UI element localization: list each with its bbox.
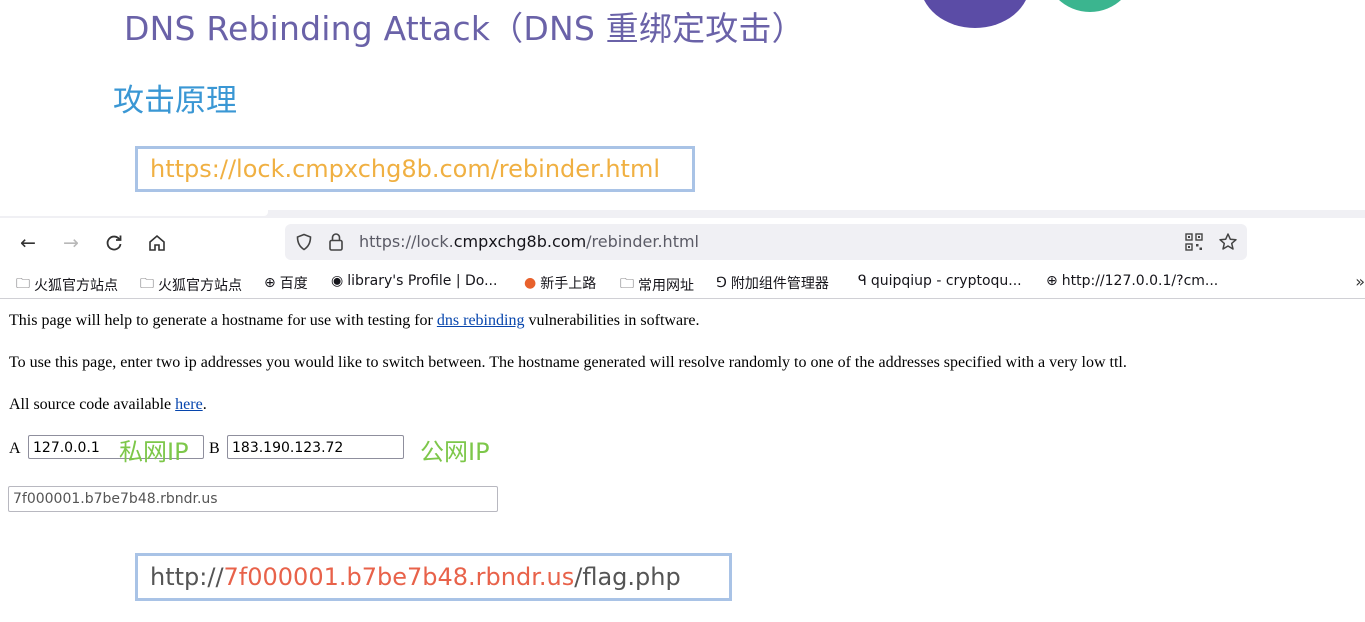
navigation-toolbar: ← → https://lock.cmpxchg8b.com/rebinder.… — [0, 218, 1365, 266]
source-code-link[interactable]: here — [175, 396, 203, 413]
source-text: All source code available — [9, 396, 176, 413]
address-bar[interactable]: https://lock.cmpxchg8b.com/rebinder.html — [285, 224, 1247, 260]
q-icon: ᑫ — [858, 273, 867, 289]
bookmarks-overflow-chevron-icon[interactable]: » — [1355, 272, 1365, 291]
intro-text: This page will help to generate a hostna… — [9, 312, 437, 329]
site-icon: ◉ — [331, 273, 344, 289]
forward-arrow-icon: → — [63, 232, 79, 254]
bookmark-item[interactable]: 🗀 火狐官方站点 — [16, 273, 118, 297]
hostname-output-field[interactable]: 7f000001.b7be7b48.rbndr.us — [8, 486, 498, 512]
folder-icon: 🗀 — [16, 276, 30, 292]
slide-title: DNS Rebinding Attack（DNS 重绑定攻击） — [124, 9, 805, 48]
url-text[interactable]: https://lock.cmpxchg8b.com/rebinder.html — [359, 232, 699, 251]
back-arrow-icon: ← — [20, 232, 36, 254]
source-text-end: . — [202, 396, 207, 413]
bookmark-label: 附加组件管理器 — [730, 276, 829, 292]
dns-rebinding-link[interactable]: dns rebinding — [437, 312, 525, 329]
section-heading: 攻击原理 — [113, 83, 237, 119]
forward-button[interactable]: → — [56, 228, 86, 258]
bookmark-label: 百度 — [279, 276, 308, 292]
qr-code-icon[interactable] — [1185, 233, 1203, 251]
intro-paragraph: This page will help to generate a hostna… — [9, 312, 700, 330]
hostname-value: 7f000001.b7be7b48.rbndr.us — [13, 491, 218, 507]
reload-icon — [106, 235, 122, 251]
tab-strip — [0, 210, 1365, 218]
home-icon — [149, 234, 165, 251]
ip-b-label: B — [209, 440, 220, 457]
firefox-icon: ● — [524, 275, 537, 291]
bookmark-label: 新手上路 — [540, 276, 597, 292]
tracking-shield-icon[interactable] — [295, 233, 313, 251]
bookmark-label: quipqiup - cryptoqu... — [870, 273, 1022, 289]
bookmark-star-icon[interactable] — [1218, 232, 1238, 252]
folder-icon: 🗀 — [620, 276, 634, 292]
flag-url-scheme: http:// — [150, 563, 224, 591]
bookmark-item[interactable]: ◉ library's Profile | Do... — [331, 273, 497, 289]
globe-icon: ⊕ — [264, 275, 276, 291]
bookmarks-toolbar: 🗀 火狐官方站点 🗀 火狐官方站点 ⊕ 百度 ◉ library's Profile |… — [0, 266, 1365, 299]
folder-icon: 🗀 — [140, 276, 154, 292]
lock-icon[interactable] — [328, 232, 344, 252]
bookmark-item[interactable]: ⅁ 附加组件管理器 — [716, 273, 829, 293]
ip-a-label: A — [9, 440, 21, 457]
bookmark-item[interactable]: ᑫ quipqiup - cryptoqu... — [858, 273, 1022, 289]
private-ip-annotation: 私网IP — [119, 438, 189, 466]
ip-a-value: 127.0.0.1 — [33, 440, 100, 456]
source-paragraph: All source code available here. — [9, 396, 207, 414]
rebinder-url-callout: https://lock.cmpxchg8b.com/rebinder.html — [135, 146, 695, 192]
public-ip-annotation: 公网IP — [420, 438, 490, 466]
flag-url-path: /flag.php — [574, 563, 681, 591]
globe-icon: ⊕ — [1046, 273, 1058, 289]
bookmark-label: http://127.0.0.1/?cm... — [1061, 273, 1219, 289]
reload-button[interactable] — [99, 228, 129, 258]
flag-url-callout: http://7f000001.b7be7b48.rbndr.us/flag.p… — [135, 553, 732, 601]
bookmark-item[interactable]: ⊕ 百度 — [264, 273, 308, 293]
active-tab[interactable] — [0, 210, 268, 216]
intro-text-end: vulnerabilities in software. — [524, 312, 700, 329]
url-domain: cmpxchg8b.com — [453, 232, 587, 251]
bookmark-label: 火狐官方站点 — [34, 278, 118, 294]
ip-b-input[interactable]: 183.190.123.72 — [227, 435, 404, 459]
bookmark-label: 常用网址 — [638, 278, 694, 294]
home-button[interactable] — [142, 228, 172, 258]
ip-b-value: 183.190.123.72 — [232, 440, 344, 456]
bookmark-item[interactable]: ● 新手上路 — [524, 273, 596, 293]
url-prefix: https://lock. — [359, 232, 454, 251]
bookmark-item[interactable]: 🗀 火狐官方站点 — [140, 273, 242, 297]
bookmark-label: 火狐官方站点 — [158, 278, 242, 294]
bookmark-item[interactable]: 🗀 常用网址 — [620, 273, 694, 297]
usage-paragraph: To use this page, enter two ip addresses… — [9, 354, 1127, 371]
bookmark-label: library's Profile | Do... — [347, 273, 498, 289]
decorative-circle-green — [1044, 0, 1136, 12]
url-path: /rebinder.html — [586, 232, 699, 251]
decorative-circle-purple — [920, 0, 1030, 28]
back-button[interactable]: ← — [13, 228, 43, 258]
bookmark-item[interactable]: ⊕ http://127.0.0.1/?cm... — [1046, 273, 1218, 289]
flag-url-host: 7f000001.b7be7b48.rbndr.us — [223, 563, 575, 591]
puzzle-icon: ⅁ — [716, 275, 727, 291]
